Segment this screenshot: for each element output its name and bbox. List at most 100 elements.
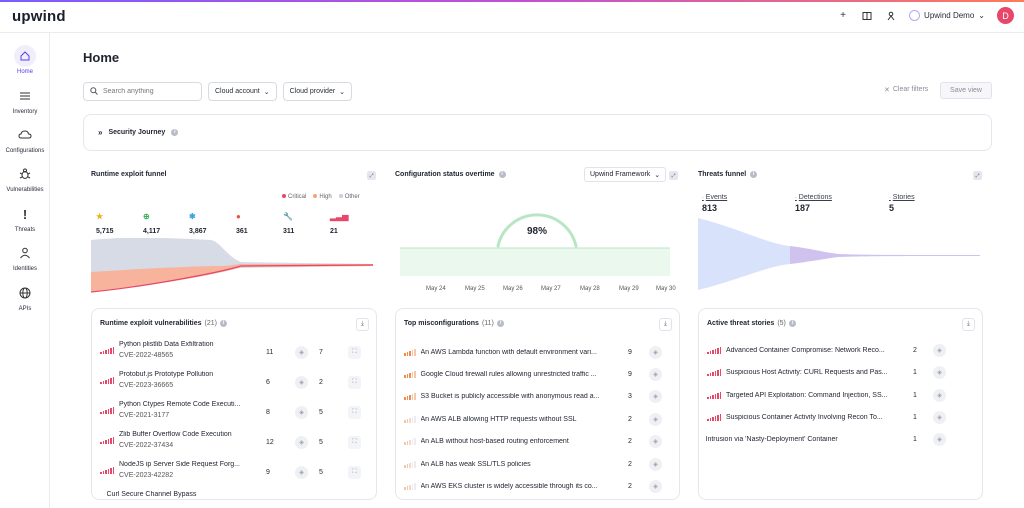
- expand-icon[interactable]: ⤢: [367, 171, 376, 180]
- list-item[interactable]: Intrusion via 'Nasty-Deployment' Contain…: [706, 436, 888, 443]
- scan-icon[interactable]: ⛶: [348, 346, 361, 359]
- list-item[interactable]: An AWS ALB allowing HTTP requests withou…: [404, 416, 619, 423]
- search-input[interactable]: [103, 88, 193, 95]
- threat-story-count: 1: [913, 436, 917, 443]
- sidebar-item-apis[interactable]: APIs: [0, 282, 50, 312]
- info-icon[interactable]: i: [496, 320, 504, 327]
- info-icon[interactable]: i: [171, 129, 179, 136]
- layers-icon[interactable]: ◈: [933, 411, 946, 424]
- layers-icon[interactable]: ◈: [649, 368, 662, 381]
- expand-icon[interactable]: ⤢: [669, 171, 678, 180]
- download-icon[interactable]: ⤓: [962, 318, 975, 331]
- sidebar-item-label: Vulnerabilities: [6, 187, 44, 193]
- book-icon[interactable]: [861, 10, 873, 22]
- events-icon: ◦: [702, 194, 704, 201]
- list-item[interactable]: Targeted API Exploitation: Command Injec…: [707, 392, 908, 399]
- sidebar-item-label: Identities: [12, 266, 37, 272]
- scan-icon[interactable]: ⛶: [348, 406, 361, 419]
- sidebar-item-vulnerabilities[interactable]: Vulnerabilities: [0, 163, 50, 193]
- list-item[interactable]: An ALB has weak SSL/TLS policies: [404, 461, 619, 468]
- runtime-vulns-card: Runtime exploit vulnerabilities (21) i ⤓…: [91, 308, 377, 500]
- list-item[interactable]: Protobuf.js Prototype Pollution CVE-2023…: [100, 371, 259, 389]
- layers-icon[interactable]: ◈: [295, 436, 308, 449]
- sidebar-item-configurations[interactable]: Configurations: [0, 124, 50, 154]
- framework-dropdown[interactable]: Upwind Framework ⌄: [584, 167, 667, 182]
- threat-story-count: 2: [913, 347, 917, 354]
- save-view-button[interactable]: Save view: [940, 82, 992, 99]
- list-item[interactable]: Advanced Container Compromise: Network R…: [707, 347, 908, 354]
- list-item[interactable]: Zlib Buffer Overflow Code Execution CVE-…: [100, 431, 259, 449]
- runtime-funnel-title: Runtime exploit funnel: [91, 171, 166, 178]
- bug-icon: [14, 163, 36, 185]
- layers-icon[interactable]: ◈: [649, 346, 662, 359]
- funnel-step-fixable: 🔧 311: [283, 212, 323, 235]
- scan-icon[interactable]: ⛶: [348, 466, 361, 479]
- threat-stage-detections[interactable]: ◦ Detections 187: [795, 194, 832, 213]
- app-logo[interactable]: upwind: [12, 8, 66, 25]
- funnel-step-exploitable: ● 361: [236, 212, 276, 235]
- gear-icon: ✱: [189, 212, 196, 221]
- list-item[interactable]: An AWS Lambda function with default envi…: [404, 349, 619, 356]
- layers-icon[interactable]: ◈: [649, 413, 662, 426]
- layers-icon[interactable]: ◈: [295, 406, 308, 419]
- info-icon[interactable]: i: [750, 171, 758, 178]
- home-icon: [14, 45, 36, 67]
- list-item[interactable]: An ALB without host-based routing enforc…: [404, 438, 619, 445]
- misconfig-count: 2: [628, 438, 632, 445]
- list-item[interactable]: Python Ctypes Remote Code Executi... CVE…: [100, 401, 259, 419]
- layers-icon[interactable]: ◈: [933, 344, 946, 357]
- layers-icon[interactable]: ◈: [295, 376, 308, 389]
- top-misconfigurations-card: Top misconfigurations (11) i ⤓ An AWS La…: [395, 308, 680, 500]
- sidebar-item-inventory[interactable]: Inventory: [0, 85, 50, 115]
- sidebar-item-home[interactable]: Home: [0, 45, 50, 75]
- funnel-detections-area: [790, 246, 838, 264]
- vuln-name: NodeJS ip Server Side Request Forg...: [119, 461, 241, 468]
- list-item[interactable]: An AWS EKS cluster is widely accessible …: [404, 483, 619, 490]
- funnel-events-area: [698, 218, 790, 290]
- misconfig-count: 2: [628, 461, 632, 468]
- scan-icon[interactable]: ⛶: [348, 436, 361, 449]
- download-icon[interactable]: ⤓: [659, 318, 672, 331]
- avatar[interactable]: D: [997, 7, 1014, 24]
- threat-stage-stories[interactable]: ◦ Stories 5: [889, 194, 915, 213]
- info-icon[interactable]: i: [498, 171, 506, 178]
- expand-icon[interactable]: ⤢: [973, 171, 982, 180]
- list-item[interactable]: Curl Secure Channel Bypass: [100, 491, 247, 498]
- download-icon[interactable]: ⤓: [356, 318, 369, 331]
- list-item[interactable]: NodeJS ip Server Side Request Forg... CV…: [100, 461, 259, 479]
- layers-icon[interactable]: ◈: [933, 366, 946, 379]
- layers-icon[interactable]: ◈: [933, 433, 946, 446]
- chevron-down-icon: ⌄: [263, 88, 270, 96]
- list-item[interactable]: Python plistlib Data Exfiltration CVE-20…: [100, 341, 259, 359]
- layers-icon[interactable]: ◈: [933, 389, 946, 402]
- severity-critical-icon: [707, 347, 721, 354]
- misconfig-count: 3: [628, 393, 632, 400]
- user-menu[interactable]: Upwind Demo ⌄: [909, 10, 985, 21]
- list-item[interactable]: S3 Bucket is publicly accessible with an…: [404, 393, 619, 400]
- layers-icon[interactable]: ◈: [649, 458, 662, 471]
- sidebar-item-identities[interactable]: Identities: [0, 242, 50, 272]
- layers-icon[interactable]: ◈: [295, 466, 308, 479]
- layers-icon[interactable]: ◈: [295, 346, 308, 359]
- clear-filters-button[interactable]: ✕ Clear filters: [884, 86, 928, 94]
- layers-icon[interactable]: ◈: [649, 480, 662, 493]
- plus-icon[interactable]: +: [837, 10, 849, 22]
- layers-icon[interactable]: ◈: [649, 435, 662, 448]
- cloud-provider-dropdown[interactable]: Cloud provider ⌄: [282, 82, 353, 101]
- person-pin-icon[interactable]: [885, 10, 897, 22]
- info-icon[interactable]: i: [788, 320, 796, 327]
- stage-value: 187: [795, 203, 811, 213]
- threat-story-count: 1: [913, 392, 917, 399]
- threat-stage-events[interactable]: ◦ Events 813: [702, 194, 727, 213]
- sidebar-item-threats[interactable]: ! Threats: [0, 203, 50, 234]
- scan-icon[interactable]: ⛶: [348, 376, 361, 389]
- layers-icon[interactable]: ◈: [649, 390, 662, 403]
- info-icon[interactable]: i: [219, 320, 227, 327]
- list-item[interactable]: Suspicious Host Activity: CURL Requests …: [707, 369, 908, 376]
- chevron-down-icon: ⌄: [978, 11, 985, 20]
- cloud-account-dropdown[interactable]: Cloud account ⌄: [208, 82, 277, 101]
- list-item[interactable]: Google Cloud firewall rules allowing unr…: [404, 371, 619, 378]
- security-journey-panel[interactable]: » Security Journey i: [83, 114, 992, 151]
- stories-icon: ◦: [889, 194, 891, 201]
- list-item[interactable]: Suspicious Container Activity Involving …: [707, 414, 908, 421]
